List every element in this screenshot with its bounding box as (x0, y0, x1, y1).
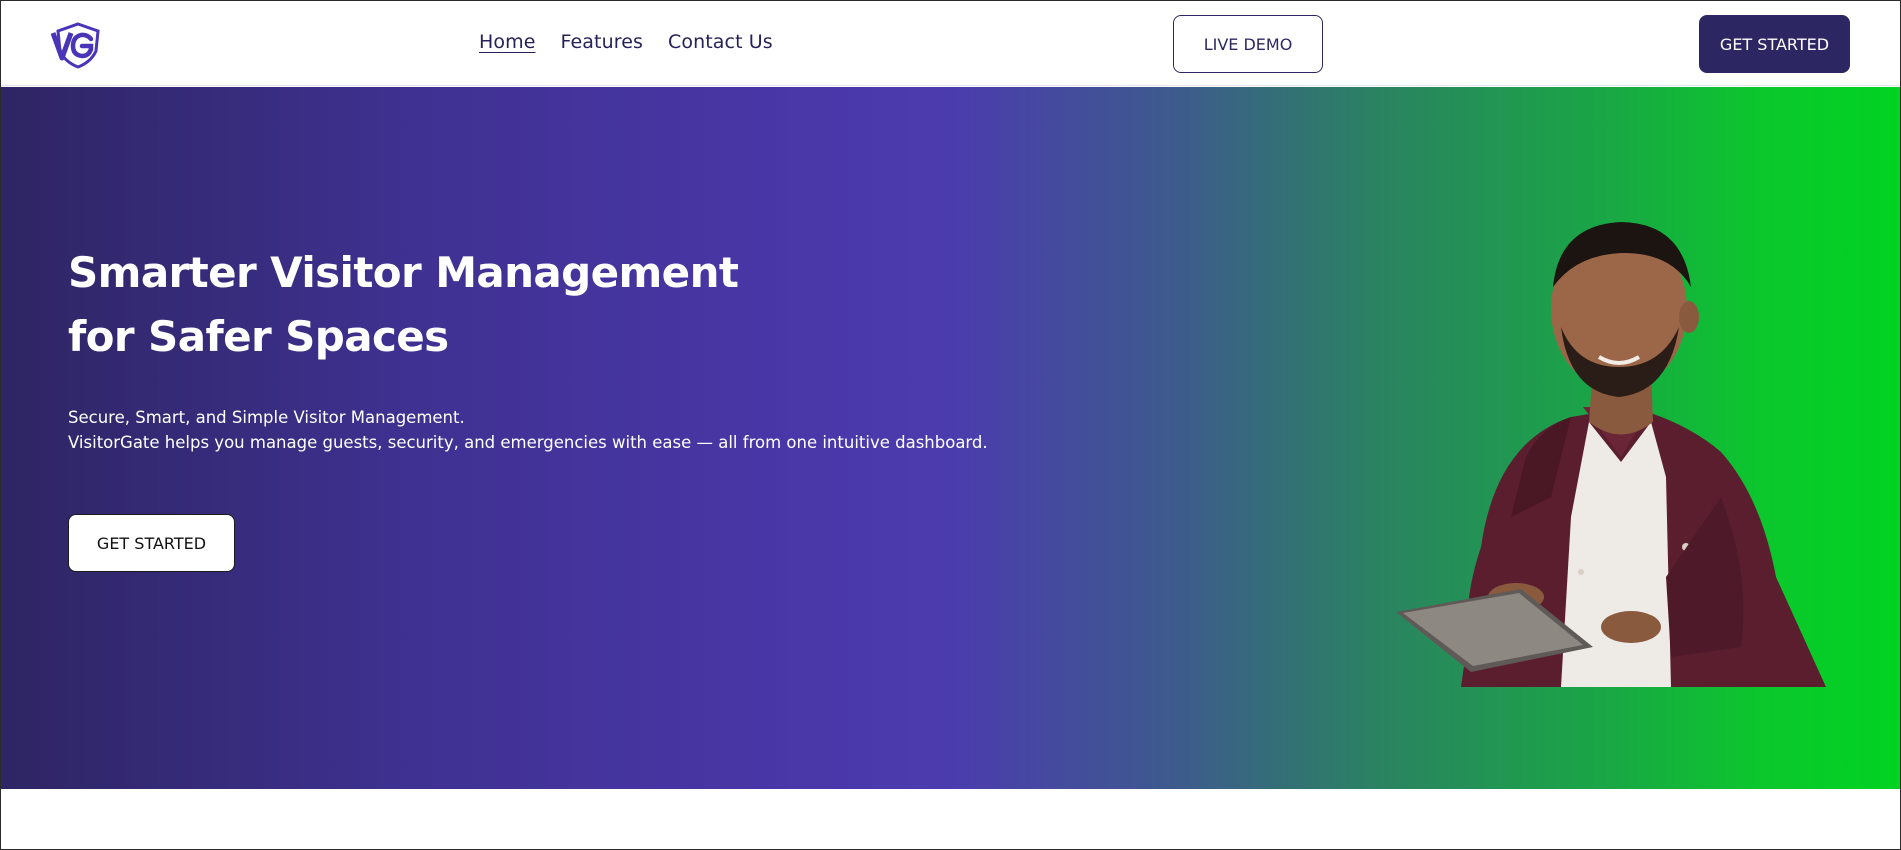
hero-subtitle-line-2: VisitorGate helps you manage guests, sec… (68, 433, 988, 452)
site-header: Home Features Contact Us LIVE DEMO GET S… (1, 1, 1900, 86)
main-nav: Home Features Contact Us (479, 31, 773, 53)
nav-contact-link[interactable]: Contact Us (668, 31, 773, 53)
hero-subtitle: Secure, Smart, and Simple Visitor Manage… (68, 405, 1068, 455)
get-started-hero-button[interactable]: GET STARTED (68, 514, 235, 572)
get-started-header-button[interactable]: GET STARTED (1699, 15, 1850, 73)
nav-features-link[interactable]: Features (561, 31, 644, 53)
hero-subtitle-line-1: Secure, Smart, and Simple Visitor Manage… (68, 408, 465, 427)
visitorgate-logo-icon[interactable] (50, 21, 105, 69)
man-with-tablet-illustration (1321, 217, 1841, 687)
hero-title-line-1: Smarter Visitor Management (68, 248, 739, 297)
nav-home-link[interactable]: Home (479, 31, 536, 53)
live-demo-button[interactable]: LIVE DEMO (1173, 15, 1323, 73)
hero-title: Smarter Visitor Management for Safer Spa… (68, 241, 828, 369)
hero-section: Smarter Visitor Management for Safer Spa… (1, 87, 1900, 789)
page: Home Features Contact Us LIVE DEMO GET S… (0, 0, 1901, 850)
hero-title-line-2: for Safer Spaces (68, 312, 449, 361)
